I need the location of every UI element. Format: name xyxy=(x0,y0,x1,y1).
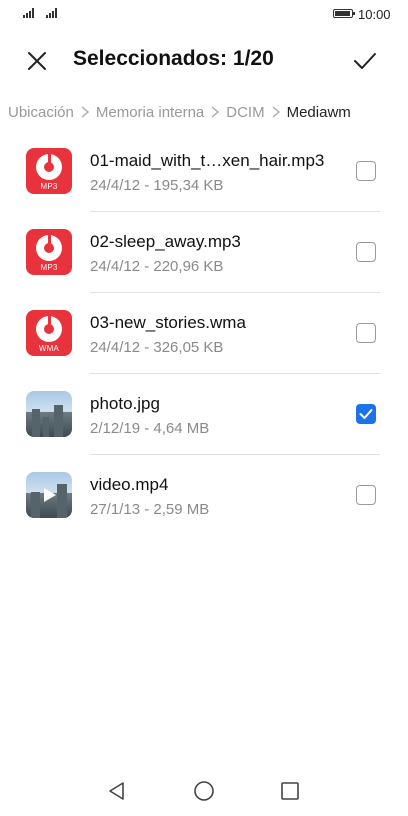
back-button[interactable] xyxy=(104,778,130,804)
file-list: MP3 01-maid_with_t…xen_hair.mp3 24/4/12 … xyxy=(0,131,408,536)
file-format-label: MP3 xyxy=(40,263,58,272)
battery-icon xyxy=(333,9,355,18)
file-name: 01-maid_with_t…xen_hair.mp3 xyxy=(90,151,325,170)
breadcrumb-item-mediawm: Mediawm xyxy=(286,103,351,121)
back-triangle-icon xyxy=(109,782,124,800)
selection-header: Seleccionados: 1/20 xyxy=(0,38,408,84)
file-name: 03-new_stories.wma xyxy=(90,313,246,332)
file-meta: 24/4/12 - 195,34 KB xyxy=(90,177,224,194)
file-name: photo.jpg xyxy=(90,394,160,413)
file-item[interactable]: video.mp4 27/1/13 - 2,59 MB xyxy=(0,455,408,536)
file-item[interactable]: MP3 02-sleep_away.mp3 24/4/12 - 220,96 K… xyxy=(0,212,408,293)
breadcrumb-item-location[interactable]: Ubicación xyxy=(8,104,74,121)
file-item[interactable]: MP3 01-maid_with_t…xen_hair.mp3 24/4/12 … xyxy=(0,131,408,212)
audio-file-icon: MP3 xyxy=(26,148,72,194)
select-checkbox[interactable] xyxy=(356,404,376,424)
file-item[interactable]: photo.jpg 2/12/19 - 4,64 MB xyxy=(0,374,408,455)
video-thumbnail xyxy=(26,472,72,518)
file-item[interactable]: WMA 03-new_stories.wma 24/4/12 - 326,05 … xyxy=(0,293,408,374)
confirm-button[interactable] xyxy=(349,46,383,76)
status-time: 10:00 xyxy=(358,7,391,22)
file-name: video.mp4 xyxy=(90,475,169,494)
breadcrumb: Ubicación Memoria interna DCIM Mediawm xyxy=(8,101,351,123)
close-button[interactable] xyxy=(24,48,58,74)
recents-button[interactable] xyxy=(277,778,303,804)
file-meta: 2/12/19 - 4,64 MB xyxy=(90,420,210,437)
select-checkbox[interactable] xyxy=(356,485,376,505)
signal-icon xyxy=(46,8,57,18)
select-checkbox[interactable] xyxy=(356,242,376,262)
select-checkbox[interactable] xyxy=(356,161,376,181)
file-meta: 24/4/12 - 220,96 KB xyxy=(90,258,224,275)
file-format-label: MP3 xyxy=(40,182,58,191)
check-icon xyxy=(354,53,376,69)
file-format-label: WMA xyxy=(38,344,60,353)
chevron-right-icon xyxy=(81,106,89,118)
chevron-right-icon xyxy=(211,106,220,118)
audio-file-icon: MP3 xyxy=(26,229,72,275)
home-circle-icon xyxy=(194,781,214,801)
close-icon xyxy=(28,52,46,70)
chevron-right-icon xyxy=(272,106,280,118)
navigation-bar xyxy=(0,766,408,816)
select-checkbox[interactable] xyxy=(356,323,376,343)
page-title: Seleccionados: 1/20 xyxy=(73,47,274,70)
play-icon xyxy=(44,488,56,502)
checkmark-icon xyxy=(359,409,373,419)
file-meta: 27/1/13 - 2,59 MB xyxy=(90,501,210,518)
file-meta: 24/4/12 - 326,05 KB xyxy=(90,339,224,356)
breadcrumb-item-internal-memory[interactable]: Memoria interna xyxy=(96,104,204,121)
home-button[interactable] xyxy=(191,778,217,804)
audio-file-icon: WMA xyxy=(26,310,72,356)
status-bar: 10:00 xyxy=(0,0,408,30)
signal-icon xyxy=(23,8,34,18)
file-name: 02-sleep_away.mp3 xyxy=(90,232,241,251)
image-thumbnail xyxy=(26,391,72,437)
breadcrumb-item-dcim[interactable]: DCIM xyxy=(226,104,264,121)
recents-square-icon xyxy=(281,782,299,800)
